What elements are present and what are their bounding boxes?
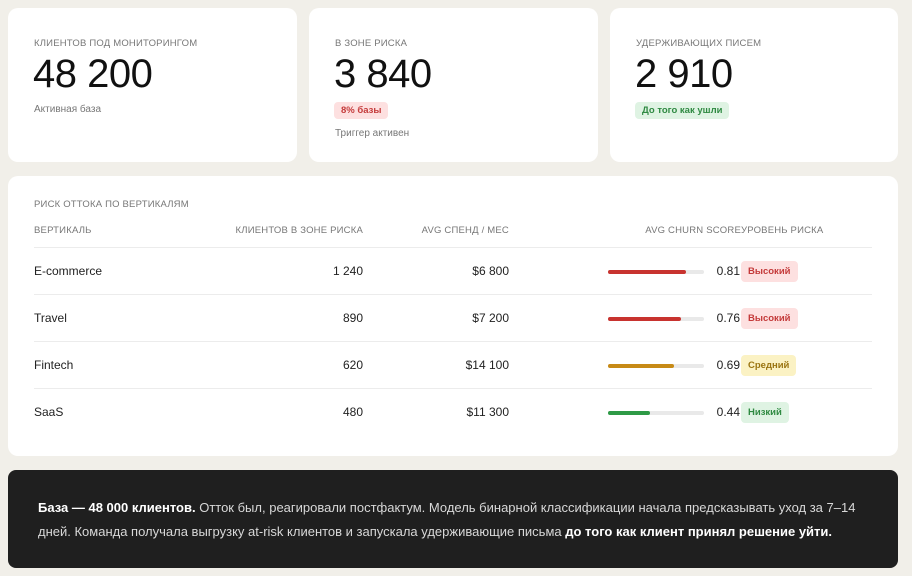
note-bold-outro: до того как клиент принял решение уйти. — [565, 524, 833, 539]
cell-spend: $6 800 — [472, 264, 509, 278]
score-bar-track — [608, 270, 704, 274]
risk-level-badge: Низкий — [741, 402, 789, 423]
kpi-sub: Активная база — [34, 104, 102, 115]
column-header-score: AVG churn score — [645, 225, 741, 236]
cell-at-risk: 890 — [342, 311, 363, 325]
cell-score: 0.69 — [716, 358, 740, 372]
cell-spend: $14 100 — [465, 358, 509, 372]
kpi-value: 48 200 — [33, 52, 153, 96]
cell-score: 0.81 — [716, 264, 740, 278]
score-bar-track — [608, 317, 704, 321]
kpi-card-monitored: Клиентов под мониторингом 48 200 Активна… — [8, 8, 297, 162]
cell-score: 0.44 — [716, 405, 740, 419]
cell-vertical: Travel — [34, 311, 67, 325]
score-bar-track — [608, 364, 704, 368]
cell-spend: $11 300 — [466, 405, 510, 419]
note-bold-intro: База — 48 000 клиентов. — [38, 500, 196, 515]
kpi-card-retention-emails: Удерживающих писем 2 910 До того как ушл… — [610, 8, 898, 162]
cell-at-risk: 620 — [342, 358, 363, 372]
column-header-spend: AVG спенд / мес — [421, 225, 509, 236]
risk-level-badge: Высокий — [741, 308, 798, 329]
risk-level-badge: Высокий — [741, 261, 798, 282]
cell-vertical: E-commerce — [34, 264, 103, 278]
cell-at-risk: 1 240 — [332, 264, 363, 278]
kpi-label: Клиентов под мониторингом — [34, 38, 198, 49]
score-bar-fill — [608, 411, 651, 415]
kpi-label: В зоне риска — [335, 38, 408, 49]
column-header-level: Уровень риска — [741, 225, 824, 236]
score-bar-fill — [608, 364, 675, 368]
cell-at-risk: 480 — [342, 405, 363, 419]
score-bar-track — [608, 411, 704, 415]
cell-vertical: SaaS — [34, 405, 64, 419]
kpi-value: 2 910 — [635, 52, 733, 96]
kpi-label: Удерживающих писем — [636, 38, 762, 49]
table-row: SaaS 480 $11 300 0.44 Низкий — [8, 389, 898, 436]
score-bar-fill — [608, 270, 686, 274]
table-title: Риск оттока по вертикалям — [34, 199, 189, 210]
cell-spend: $7 200 — [472, 311, 509, 325]
cell-vertical: Fintech — [34, 358, 74, 372]
table-row: Fintech 620 $14 100 0.69 Средний — [8, 342, 898, 389]
kpi-card-at-risk: В зоне риска 3 840 8% базы Триггер актив… — [309, 8, 598, 162]
table-row: Travel 890 $7 200 0.76 Высокий — [8, 295, 898, 342]
risk-level-badge: Средний — [741, 355, 797, 376]
table-row: E-commerce 1 240 $6 800 0.81 Высокий — [8, 248, 898, 295]
churn-risk-table-card: Риск оттока по вертикалям Вертикаль Клие… — [8, 176, 898, 456]
summary-note: База — 48 000 клиентов. Отток был, реаги… — [8, 470, 898, 568]
kpi-sub: Триггер активен — [335, 128, 410, 139]
column-header-vertical: Вертикаль — [34, 225, 92, 236]
column-header-at-risk: Клиентов в зоне риска — [235, 225, 363, 236]
kpi-value: 3 840 — [334, 52, 432, 96]
kpi-pill: 8% базы — [334, 102, 389, 119]
cell-score: 0.76 — [716, 311, 740, 325]
score-bar-fill — [608, 317, 681, 321]
kpi-pill: До того как ушли — [635, 102, 730, 119]
